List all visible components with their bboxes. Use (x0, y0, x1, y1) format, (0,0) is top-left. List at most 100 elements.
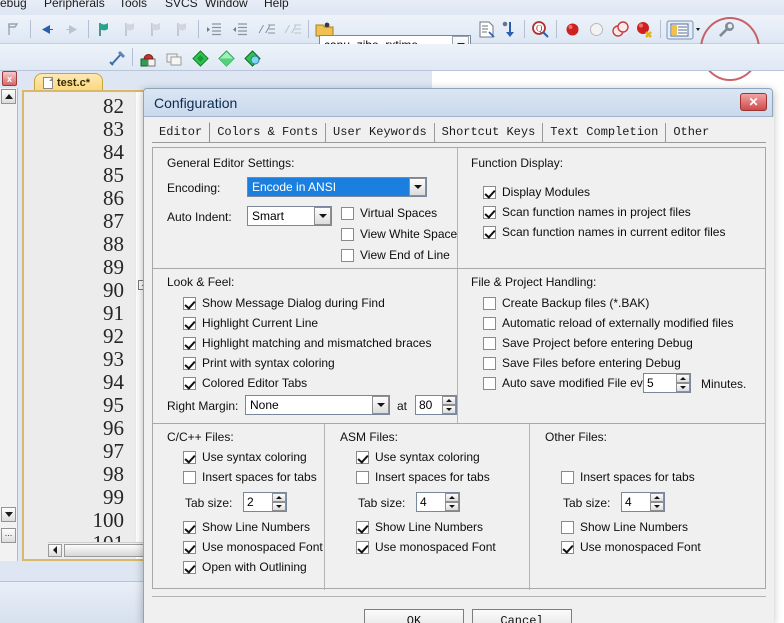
checkbox-virtual-spaces[interactable]: Virtual Spaces (341, 206, 437, 220)
checkbox-box[interactable] (183, 560, 196, 574)
bookmark-next-icon[interactable] (120, 19, 141, 40)
checkbox-asm-use-monospaced-font[interactable]: Use monospaced Font (356, 540, 496, 554)
stepper-up[interactable] (272, 493, 286, 502)
comment-icon[interactable]: // (256, 19, 277, 40)
close-icon[interactable]: ✕ (740, 93, 767, 111)
checkbox-show-message-dialog[interactable]: Show Message Dialog during Find (183, 296, 385, 310)
stepper-up[interactable] (445, 493, 459, 502)
checkbox-create-backup-files[interactable]: Create Backup files (*.BAK) (483, 296, 649, 310)
checkbox-box[interactable] (356, 470, 369, 484)
checkbox-save-files-before-debug[interactable]: Save Files before entering Debug (483, 356, 681, 370)
ok-button[interactable]: OK (364, 609, 464, 623)
overflow-button[interactable]: ... (1, 528, 16, 543)
menu-item-peripherals[interactable]: Peripherals (44, 0, 105, 10)
checkbox-box[interactable] (356, 520, 369, 534)
checkbox-box[interactable] (483, 205, 496, 219)
checkbox-box[interactable] (483, 185, 496, 199)
checkbox-view-white-space[interactable]: View White Space (341, 227, 457, 241)
checkbox-auto-save-modified-file[interactable]: Auto save modified File every (483, 376, 659, 390)
cpp-tab-size-stepper[interactable]: 2 (243, 492, 287, 512)
dialog-title-bar[interactable]: Configuration ✕ (144, 89, 772, 117)
checkbox-box[interactable] (183, 540, 196, 554)
breakpoint-icon[interactable] (562, 19, 583, 40)
checkbox-asm-use-syntax-coloring[interactable]: Use syntax coloring (356, 450, 480, 464)
checkbox-box[interactable] (483, 336, 496, 350)
auto-indent-combobox[interactable]: Smart (247, 206, 332, 226)
checkbox-box[interactable] (183, 470, 196, 484)
stepper-arrows[interactable] (442, 396, 456, 414)
checkbox-box[interactable] (341, 248, 354, 262)
checkbox-box[interactable] (483, 376, 496, 390)
checkbox-box[interactable] (183, 356, 196, 370)
find-in-files-icon[interactable]: Q (530, 19, 551, 40)
download-icon[interactable] (242, 48, 263, 69)
stepper-arrows[interactable] (445, 493, 459, 511)
bookmark-prev-icon[interactable] (146, 19, 167, 40)
checkbox-other-insert-spaces-for-tabs[interactable]: Insert spaces for tabs (561, 470, 695, 484)
stepper-down[interactable] (272, 502, 286, 511)
manage-windows-icon[interactable] (666, 19, 704, 40)
menu-item-help[interactable]: Help (264, 0, 289, 10)
checkbox-box[interactable] (483, 225, 496, 239)
checkbox-box[interactable] (183, 450, 196, 464)
checkbox-box[interactable] (183, 376, 196, 390)
rebuild-icon[interactable] (164, 48, 185, 69)
target-options-icon[interactable] (108, 48, 129, 69)
checkbox-save-project-before-debug[interactable]: Save Project before entering Debug (483, 336, 693, 350)
batch-build-icon[interactable] (190, 48, 211, 69)
checkbox-box[interactable] (561, 470, 574, 484)
checkbox-box[interactable] (561, 520, 574, 534)
encoding-combobox[interactable]: Encode in ANSI (247, 177, 427, 197)
checkbox-asm-insert-spaces-for-tabs[interactable]: Insert spaces for tabs (356, 470, 490, 484)
tab-text-completion[interactable]: Text Completion (543, 123, 667, 142)
stepper-down[interactable] (650, 502, 664, 511)
right-margin-combobox[interactable]: None (245, 395, 390, 415)
checkbox-auto-reload[interactable]: Automatic reload of externally modified … (483, 316, 733, 330)
menu-item-svcs[interactable]: SVCS (165, 0, 198, 10)
checkbox-scan-editor-files[interactable]: Scan function names in current editor fi… (483, 225, 725, 239)
checkbox-cpp-show-line-numbers[interactable]: Show Line Numbers (183, 520, 310, 534)
checkbox-scan-project-files[interactable]: Scan function names in project files (483, 205, 691, 219)
translate-icon[interactable] (216, 48, 237, 69)
scroll-up-button[interactable] (1, 89, 16, 104)
checkbox-asm-show-line-numbers[interactable]: Show Line Numbers (356, 520, 483, 534)
tab-shortcut-keys[interactable]: Shortcut Keys (434, 123, 544, 142)
checkbox-highlight-current-line[interactable]: Highlight Current Line (183, 316, 318, 330)
checkbox-display-modules[interactable]: Display Modules (483, 185, 590, 199)
stepper-down[interactable] (445, 502, 459, 511)
breakpoints-kill-icon[interactable] (634, 19, 655, 40)
checkbox-box[interactable] (483, 316, 496, 330)
close-icon[interactable]: x (2, 71, 17, 86)
configure-merge-icon[interactable] (500, 19, 521, 40)
checkbox-colored-editor-tabs[interactable]: Colored Editor Tabs (183, 376, 307, 390)
back-icon[interactable] (36, 19, 57, 40)
stepper-arrows[interactable] (676, 374, 690, 392)
checkbox-box[interactable] (356, 540, 369, 554)
forward-icon[interactable] (62, 19, 83, 40)
checkbox-cpp-open-with-outlining[interactable]: Open with Outlining (183, 560, 307, 574)
run-to-cursor-icon[interactable] (4, 19, 25, 40)
checkbox-box[interactable] (561, 540, 574, 554)
auto-save-interval-stepper[interactable]: 5 (643, 373, 691, 393)
asm-tab-size-stepper[interactable]: 4 (416, 492, 460, 512)
checkbox-box[interactable] (183, 520, 196, 534)
uncomment-icon[interactable]: // (282, 19, 303, 40)
stepper-down[interactable] (442, 405, 456, 414)
other-tab-size-stepper[interactable]: 4 (621, 492, 665, 512)
menu-item-tools[interactable]: Tools (119, 0, 147, 10)
right-margin-column-stepper[interactable]: 80 (415, 395, 457, 415)
tab-colors-fonts[interactable]: Colors & Fonts (210, 123, 327, 142)
chevron-down-icon[interactable] (409, 178, 426, 196)
tab-other[interactable]: Other (666, 123, 717, 142)
checkbox-box[interactable] (356, 450, 369, 464)
stepper-arrows[interactable] (272, 493, 286, 511)
tab-user-keywords[interactable]: User Keywords (326, 123, 435, 142)
checkbox-box[interactable] (183, 316, 196, 330)
checkbox-box[interactable] (341, 206, 354, 220)
scroll-left-button[interactable] (48, 543, 62, 557)
menu-item-debug[interactable]: ebug (0, 0, 27, 10)
checkbox-other-use-monospaced-font[interactable]: Use monospaced Font (561, 540, 701, 554)
checkbox-cpp-use-monospaced-font[interactable]: Use monospaced Font (183, 540, 323, 554)
checkbox-print-syntax-coloring[interactable]: Print with syntax coloring (183, 356, 335, 370)
checkbox-box[interactable] (183, 296, 196, 310)
